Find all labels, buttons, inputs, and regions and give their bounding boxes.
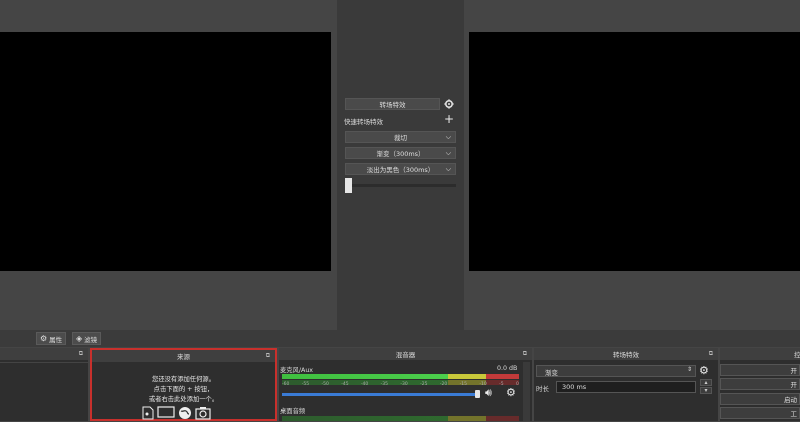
- quick-transition-label: 裁切: [394, 134, 407, 142]
- chevron-down-icon[interactable]: ⌵: [446, 149, 451, 158]
- updown-arrows-icon: ⇕: [686, 366, 692, 373]
- scene-transitions-title: 转场特效: [613, 351, 639, 359]
- duration-spin-down[interactable]: ▾: [700, 387, 712, 394]
- mic-volume-slider[interactable]: [282, 393, 479, 396]
- sources-dock-title: 来源: [177, 353, 190, 361]
- scenes-dock-titlebar: [0, 348, 88, 360]
- undock-icon[interactable]: ⧉: [79, 350, 83, 358]
- studio-mode-button[interactable]: 工: [720, 407, 800, 419]
- empty-hint-line: 点击下面的 + 按钮，: [153, 386, 214, 393]
- empty-hint-line: 或者右击此处添加一个。: [148, 396, 219, 403]
- button-label: 开: [790, 367, 798, 375]
- scenes-dock: ⧉: [0, 348, 88, 421]
- image-file-icon: [142, 406, 154, 420]
- quick-transition-cut[interactable]: 裁切 ⌵: [345, 131, 456, 143]
- properties-button[interactable]: ⚙ 属性: [36, 332, 67, 345]
- sources-dock: 来源 ⧉ 您还没有添加任何源。 点击下面的 + 按钮， 或者右击此处添加一个。: [90, 348, 277, 421]
- start-virtualcam-button[interactable]: 启动: [720, 393, 800, 405]
- camera-icon: [195, 407, 211, 420]
- gear-icon[interactable]: [444, 99, 454, 109]
- mic-level-meter: [282, 374, 519, 379]
- program-canvas[interactable]: [469, 32, 800, 271]
- tbar-handle[interactable]: [345, 178, 352, 193]
- quick-transition-fade-black[interactable]: 淡出为黑色（300ms） ⌵: [345, 163, 456, 175]
- browser-globe-icon: [179, 407, 191, 419]
- display-capture-icon: [157, 406, 175, 418]
- mixer-scrollbar[interactable]: [523, 362, 530, 421]
- button-label: 启动: [784, 396, 797, 404]
- quick-transition-fade[interactable]: 渐变（300ms） ⌵: [345, 147, 456, 159]
- duration-value: 300 ms: [562, 383, 587, 391]
- transition-select-value: 渐变: [545, 369, 558, 377]
- transition-button[interactable]: 转场特效: [345, 98, 440, 110]
- duration-spin-up[interactable]: ▴: [700, 379, 712, 386]
- filter-icon: ◈: [76, 334, 83, 343]
- mixer-dock-title: 混音器: [395, 351, 416, 359]
- scenes-list[interactable]: [0, 362, 88, 422]
- filters-button[interactable]: ◈ 滤镜: [72, 332, 102, 345]
- mic-volume-thumb[interactable]: [475, 390, 480, 398]
- transition-button-label: 转场特效: [379, 101, 406, 109]
- mic-channel-db: 0.0 dB: [497, 365, 518, 372]
- quick-transition-label: 渐变（300ms）: [376, 150, 425, 158]
- undock-icon[interactable]: ⧉: [709, 350, 713, 358]
- properties-label: 属性: [49, 335, 63, 344]
- tbar-track[interactable]: [345, 184, 456, 187]
- studio-transition-panel: 转场特效 快速转场特效 + 裁切 ⌵ 渐变（300ms） ⌵ 淡出为黑色（300…: [337, 0, 464, 330]
- sources-dock-titlebar: 来源: [92, 350, 275, 362]
- empty-hint-line: 您还没有添加任何源。: [152, 376, 215, 383]
- scene-transitions-titlebar: 转场特效: [534, 348, 718, 360]
- gear-icon[interactable]: ⚙: [699, 364, 709, 377]
- scene-transitions-dock: 转场特效 ⧉ 渐变 ⇕ ⚙ 时长 300 ms ▴ ▾: [534, 348, 718, 421]
- desktop-level-meter: [282, 416, 519, 421]
- button-label: 工: [790, 410, 798, 418]
- transition-select[interactable]: 渐变 ⇕: [536, 365, 696, 377]
- chevron-down-icon[interactable]: ⌵: [446, 133, 451, 142]
- filters-label: 滤镜: [84, 335, 98, 344]
- duration-label: 时长: [536, 385, 549, 393]
- mic-channel-name: 麦克风/Aux: [280, 367, 314, 374]
- add-quick-transition-icon[interactable]: +: [444, 112, 454, 126]
- source-toolbar: ⚙ 属性 ◈ 滤镜: [0, 330, 800, 347]
- gear-icon: ⚙: [40, 334, 48, 343]
- undock-icon[interactable]: ⧉: [266, 352, 270, 360]
- audio-mixer-dock: 混音器 ⧉ 麦克风/Aux 0.0 dB -60 -55 -50 -45 -40 -35-…: [279, 348, 532, 421]
- mixer-dock-titlebar: 混音器: [279, 348, 532, 360]
- source-type-icons: [142, 406, 211, 420]
- duration-input[interactable]: 300 ms: [556, 381, 696, 393]
- undock-icon[interactable]: ⧉: [523, 350, 527, 358]
- desktop-channel-name: 桌面音频: [280, 408, 306, 415]
- start-recording-button[interactable]: 开: [720, 378, 800, 390]
- button-label: 开: [790, 381, 798, 389]
- speaker-icon[interactable]: 🔊︎: [485, 386, 492, 400]
- start-streaming-button[interactable]: 开: [720, 364, 800, 376]
- controls-title: 控: [794, 351, 800, 359]
- controls-titlebar: 控: [720, 348, 800, 360]
- mic-meter-ticks: -60 -55 -50 -45 -40 -35 -30 -25 -20 -15 -10 -5 0: [282, 382, 519, 387]
- quick-transition-label: 淡出为黑色（300ms）: [366, 166, 435, 174]
- gear-icon[interactable]: ⚙: [506, 386, 516, 399]
- preview-canvas[interactable]: [0, 32, 331, 271]
- quick-transitions-label: 快速转场特效: [344, 118, 383, 126]
- chevron-down-icon[interactable]: ⌵: [446, 165, 451, 174]
